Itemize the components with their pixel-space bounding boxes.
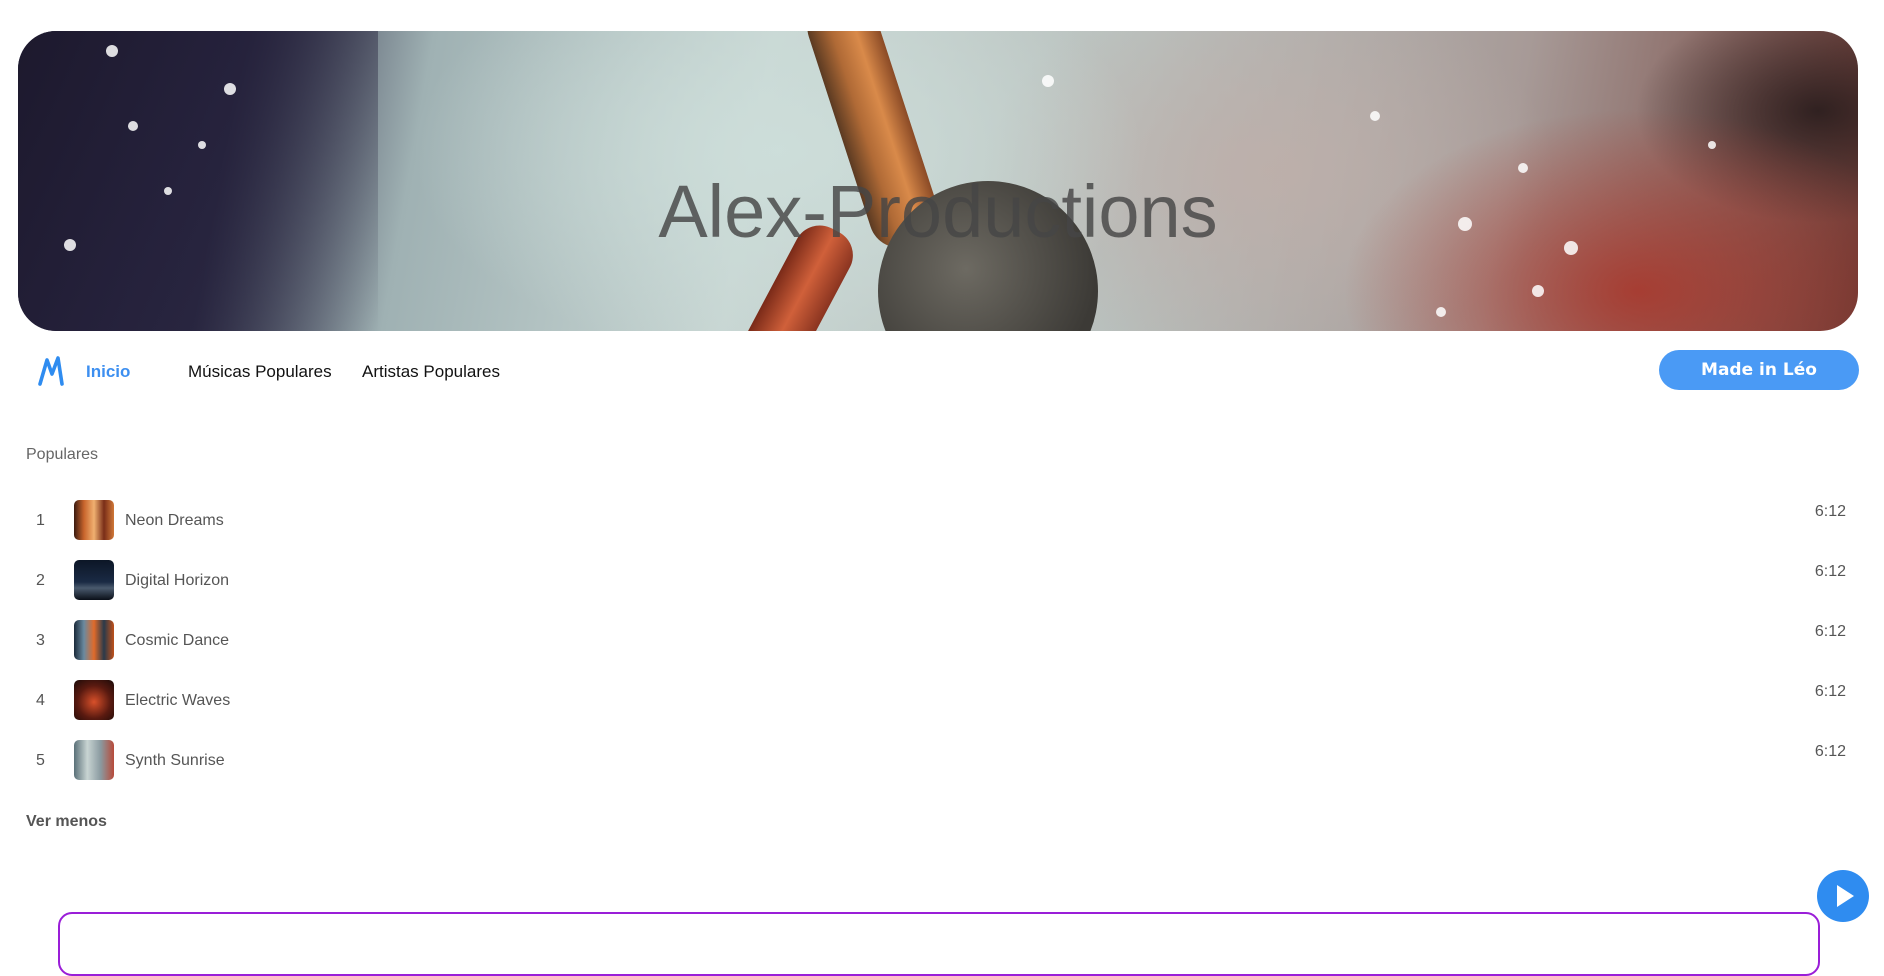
- track-row[interactable]: 3 Cosmic Dance 6:12: [26, 618, 1846, 662]
- sparkle: [128, 121, 138, 131]
- track-cover: [74, 620, 114, 660]
- sparkle: [198, 141, 206, 149]
- track-name: Digital Horizon: [125, 572, 230, 589]
- track-duration: 6:12: [1814, 683, 1846, 700]
- top-nav: Inicio Músicas Populares Artistas Popula…: [0, 350, 1884, 392]
- hero-banner: Alex-Productions: [18, 31, 1858, 331]
- track-duration: 6:12: [1814, 623, 1846, 640]
- track-cover: [74, 740, 114, 780]
- ver-menos-link[interactable]: Ver menos: [26, 813, 107, 831]
- track-name: Electric Waves: [125, 692, 231, 709]
- track-row[interactable]: 4 Electric Waves 6:12: [26, 678, 1846, 722]
- track-cover: [74, 560, 114, 600]
- track-duration: 6:12: [1814, 563, 1846, 580]
- track-name: Cosmic Dance: [125, 632, 230, 649]
- section-title-populares: Populares: [26, 446, 99, 463]
- track-duration: 6:12: [1814, 743, 1846, 760]
- sparkle: [1042, 75, 1054, 87]
- sparkle: [1708, 141, 1716, 149]
- made-in-leo-button[interactable]: Made in Léo: [1659, 350, 1859, 390]
- play-icon: [1837, 885, 1854, 907]
- nav-link-artistas-populares[interactable]: Artistas Populares: [362, 362, 500, 382]
- track-number: 3: [36, 632, 45, 649]
- track-name: Neon Dreams: [125, 512, 224, 529]
- track-duration: 6:12: [1814, 503, 1846, 520]
- track-cover: [74, 500, 114, 540]
- sparkle: [1370, 111, 1380, 121]
- player-panel: [58, 912, 1820, 976]
- sparkle: [224, 83, 236, 95]
- m-logo-icon[interactable]: [38, 354, 68, 386]
- track-number: 1: [36, 512, 45, 529]
- sparkle: [1436, 307, 1446, 317]
- sparkle: [106, 45, 118, 57]
- sparkle: [1532, 285, 1544, 297]
- hero-title: Alex-Productions: [658, 170, 1218, 253]
- track-row[interactable]: 5 Synth Sunrise 6:12: [26, 738, 1846, 782]
- nav-link-inicio[interactable]: Inicio: [86, 362, 130, 382]
- track-row[interactable]: 1 Neon Dreams 6:12: [26, 498, 1846, 542]
- track-row[interactable]: 2 Digital Horizon 6:12: [26, 558, 1846, 602]
- play-button[interactable]: [1817, 870, 1869, 922]
- nav-link-musicas-populares[interactable]: Músicas Populares: [188, 362, 332, 382]
- track-number: 2: [36, 572, 45, 589]
- track-name: Synth Sunrise: [125, 752, 225, 769]
- track-number: 5: [36, 752, 45, 769]
- track-cover: [74, 680, 114, 720]
- track-number: 4: [36, 692, 45, 709]
